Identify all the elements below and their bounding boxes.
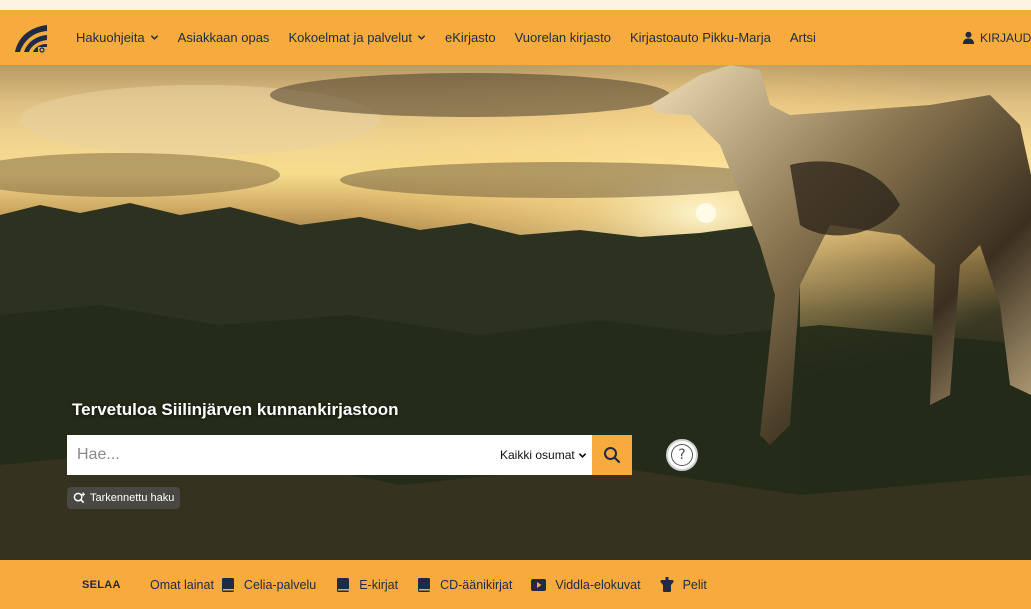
- browse-item-label: Viddla-elokuvat: [555, 577, 641, 592]
- browse-item-label: Pelit: [682, 577, 707, 592]
- help-icon: ?: [671, 444, 693, 466]
- book-icon: [418, 577, 431, 592]
- game-icon: [659, 577, 674, 592]
- browse-item-omat-lainat[interactable]: Omat lainat: [150, 578, 214, 592]
- library-logo[interactable]: [14, 23, 48, 53]
- nav-item-ekirjasto[interactable]: eKirjasto: [445, 30, 496, 45]
- search-bar: Kaikki osumat: [67, 435, 632, 475]
- browse-item-pelit[interactable]: Pelit: [659, 577, 707, 592]
- nav-menu: Hakuohjeita Asiakkaan opas Kokoelmat ja …: [76, 10, 835, 65]
- browse-item-viddla[interactable]: Viddla-elokuvat: [531, 577, 641, 592]
- book-icon: [337, 577, 350, 592]
- nav-item-label: Vuorelan kirjasto: [514, 30, 611, 45]
- nav-item-label: Hakuohjeita: [76, 30, 145, 45]
- browse-item-e-kirjat[interactable]: E-kirjat: [337, 577, 399, 592]
- search-scope-select[interactable]: Kaikki osumat: [500, 435, 587, 475]
- browse-item-label: CD-äänikirjat: [440, 577, 513, 592]
- nav-item-label: Kirjastoauto Pikku-Marja: [629, 30, 771, 45]
- top-strip: [0, 0, 1031, 10]
- browse-item-label: E-kirjat: [359, 577, 399, 592]
- search-help-button[interactable]: ?: [666, 439, 698, 471]
- login-label: KIRJAUDU: [980, 30, 1031, 45]
- hero-image: [0, 65, 1031, 560]
- browse-item-celia[interactable]: Celia-palvelu: [221, 577, 317, 592]
- browse-item-label: Omat lainat: [150, 577, 214, 592]
- nav-item-label: Asiakkaan opas: [177, 30, 270, 45]
- nav-item-artsi[interactable]: Artsi: [790, 30, 816, 45]
- advanced-search-label: Tarkennettu haku: [90, 492, 175, 504]
- chevron-down-icon: [150, 35, 158, 40]
- main-navbar: Hakuohjeita Asiakkaan opas Kokoelmat ja …: [0, 10, 1031, 65]
- search-scope-label: Kaikki osumat: [500, 448, 575, 462]
- nav-item-kirjastoauto[interactable]: Kirjastoauto Pikku-Marja: [630, 30, 771, 45]
- nav-item-kokoelmat[interactable]: Kokoelmat ja palvelut: [288, 30, 426, 45]
- browse-menu: Omat lainat Celia-palvelu E-kirjat CD-ää…: [150, 560, 707, 609]
- nav-item-hakuohjeita[interactable]: Hakuohjeita: [76, 30, 159, 45]
- advanced-search-button[interactable]: Tarkennettu haku: [67, 487, 181, 509]
- nav-item-label: Kokoelmat ja palvelut: [288, 30, 413, 45]
- book-icon: [221, 577, 235, 592]
- nav-item-label: Artsi: [789, 30, 816, 45]
- search-button[interactable]: [592, 435, 632, 475]
- browse-item-cd-aanikirjat[interactable]: CD-äänikirjat: [418, 577, 513, 592]
- hero-banner: Tervetuloa Siilinjärven kunnankirjastoon…: [0, 65, 1031, 560]
- search-icon: [604, 447, 621, 464]
- welcome-heading: Tervetuloa Siilinjärven kunnankirjastoon: [72, 400, 399, 419]
- advanced-search-icon: [73, 492, 86, 504]
- login-button[interactable]: KIRJAUDU: [962, 10, 1031, 65]
- browse-bar: SELAA Omat lainat Celia-palvelu E-kirjat…: [0, 560, 1031, 609]
- logo-icon: [15, 25, 47, 53]
- browse-title: SELAA: [82, 578, 121, 591]
- chevron-down-icon: [417, 35, 426, 40]
- browse-item-label: Celia-palvelu: [243, 577, 317, 592]
- video-icon: [531, 578, 547, 591]
- user-icon: [962, 31, 975, 44]
- nav-item-vuorelan-kirjasto[interactable]: Vuorelan kirjasto: [515, 30, 611, 45]
- nav-item-asiakkaan-opas[interactable]: Asiakkaan opas: [178, 30, 270, 45]
- search-input[interactable]: [67, 435, 487, 475]
- nav-item-label: eKirjasto: [445, 30, 496, 45]
- chevron-down-icon: [578, 452, 586, 458]
